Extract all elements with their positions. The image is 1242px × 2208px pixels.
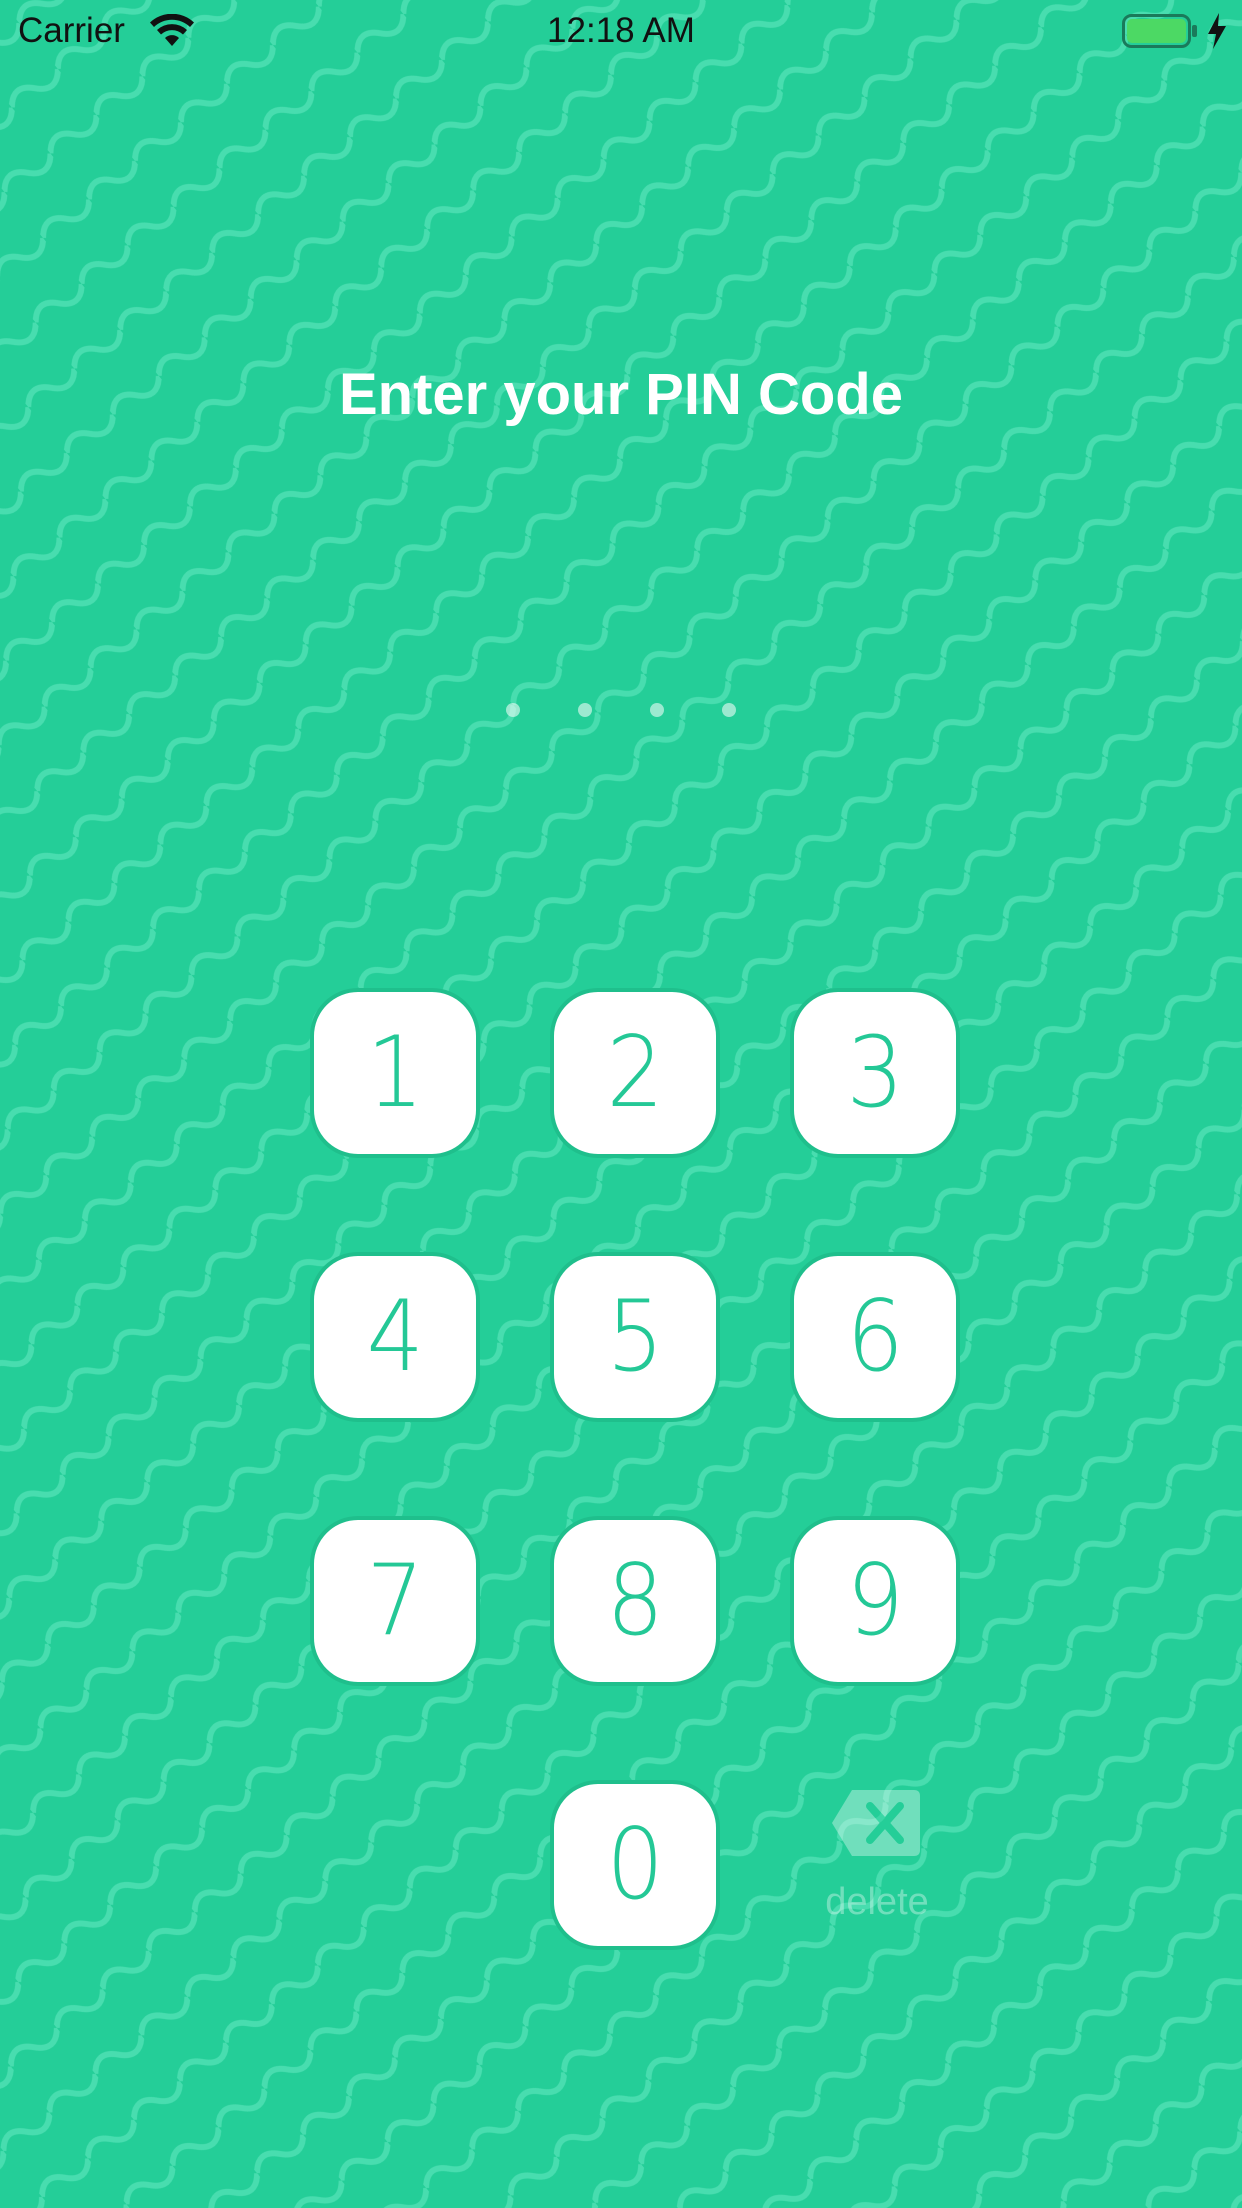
key-label: 4 <box>366 1280 424 1394</box>
delete-label: delete <box>825 1881 929 1923</box>
pin-dot <box>578 703 592 717</box>
key-label: 1 <box>366 1016 424 1130</box>
key-6[interactable]: 6 <box>790 1252 960 1422</box>
key-label: 6 <box>846 1280 904 1394</box>
pin-dot <box>506 703 520 717</box>
key-9[interactable]: 9 <box>790 1516 960 1686</box>
status-time: 12:18 AM <box>547 11 695 50</box>
key-5[interactable]: 5 <box>550 1252 720 1422</box>
pin-dot <box>650 703 664 717</box>
key-label: 0 <box>606 1808 664 1922</box>
key-4[interactable]: 4 <box>310 1252 480 1422</box>
key-3[interactable]: 3 <box>790 988 960 1158</box>
key-label: 3 <box>846 1016 904 1130</box>
status-bar: Carrier 12:18 AM <box>0 0 1242 62</box>
charging-bolt-icon <box>1208 13 1226 49</box>
key-1[interactable]: 1 <box>310 988 480 1158</box>
key-8[interactable]: 8 <box>550 1516 720 1686</box>
key-7[interactable]: 7 <box>310 1516 480 1686</box>
key-2[interactable]: 2 <box>550 988 720 1158</box>
pin-dot <box>722 703 736 717</box>
battery-icon <box>1122 14 1197 48</box>
page-title: Enter your PIN Code <box>339 362 903 427</box>
key-label: 2 <box>606 1016 664 1130</box>
backspace-icon <box>832 1790 920 1856</box>
delete-button[interactable]: delete <box>812 1780 942 1930</box>
key-0[interactable]: 0 <box>550 1780 720 1950</box>
key-label: 8 <box>606 1544 664 1658</box>
key-label: 9 <box>846 1544 904 1658</box>
key-label: 7 <box>366 1544 424 1658</box>
key-label: 5 <box>606 1280 664 1394</box>
pin-indicator <box>0 703 1242 719</box>
